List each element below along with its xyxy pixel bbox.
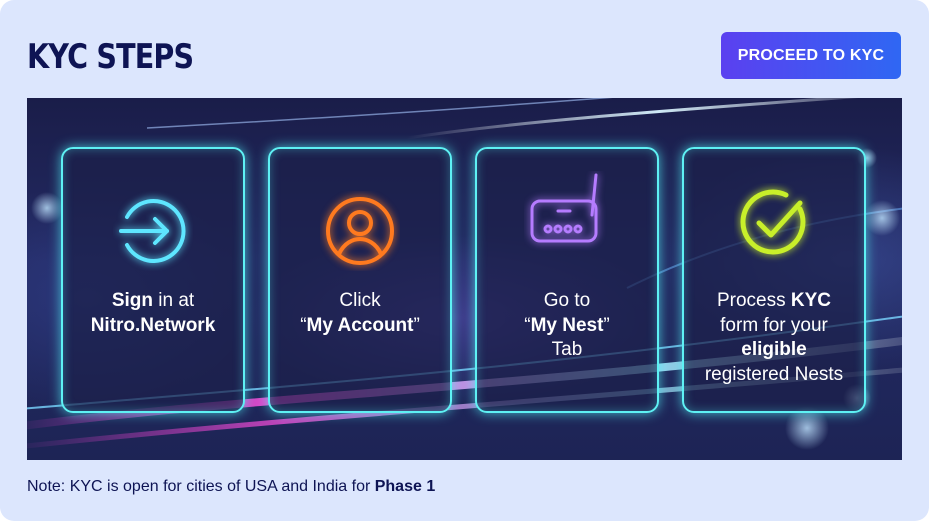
proceed-to-kyc-button[interactable]: PROCEED TO KYC [721,32,901,79]
step-3-line-3: Tab [551,339,583,360]
kyc-steps-panel: KYC STEPS PROCEED TO KYC Sign in at Nitr… [0,0,929,521]
step-card-my-nest: Go to “My Nest” Tab [475,147,659,413]
steps-banner: Sign in at Nitro.Network Click “My Accou… [27,98,902,460]
phase-note-bold: Phase 1 [374,478,436,495]
step-card-process-kyc: Process KYC form for your eligible regis… [682,147,866,413]
step-card-my-account: Click “My Account” [268,147,452,413]
step-4-line-4: registered Nests [704,363,844,385]
phase-note-text: Note: KYC is open for cities of USA and … [27,478,375,495]
step-2-text: Click “My Account” [274,289,446,338]
page-title: KYC STEPS [27,37,194,77]
step-4-rest: Process [716,290,791,311]
check-circle-icon [740,189,806,255]
step-1-rest: in at [152,290,195,311]
step-card-sign-in: Sign in at Nitro.Network [61,147,245,413]
user-account-icon [326,197,394,265]
step-2-bold: My Account [306,314,414,336]
phase-note: Note: KYC is open for cities of USA and … [27,476,435,498]
step-2-line-1: Click [339,290,381,311]
step-4-line-2: form for your [720,314,828,336]
step-4-eligible: eligible [741,339,807,360]
step-4-bold: KYC [790,290,832,311]
router-icon [530,173,598,243]
step-2-close-quote: ” [413,314,420,336]
sign-in-icon [119,199,186,263]
step-1-text: Sign in at Nitro.Network [67,289,239,338]
step-1-bold: Sign [111,290,153,311]
step-3-text: Go to “My Nest” Tab [481,289,653,363]
step-3-close-quote: ” [603,314,610,336]
step-1-link-text: Nitro.Network [90,314,216,336]
step-3-line-1: Go to [543,290,591,311]
step-4-text: Process KYC form for your eligible regis… [688,289,860,387]
step-3-bold: My Nest [530,314,604,336]
